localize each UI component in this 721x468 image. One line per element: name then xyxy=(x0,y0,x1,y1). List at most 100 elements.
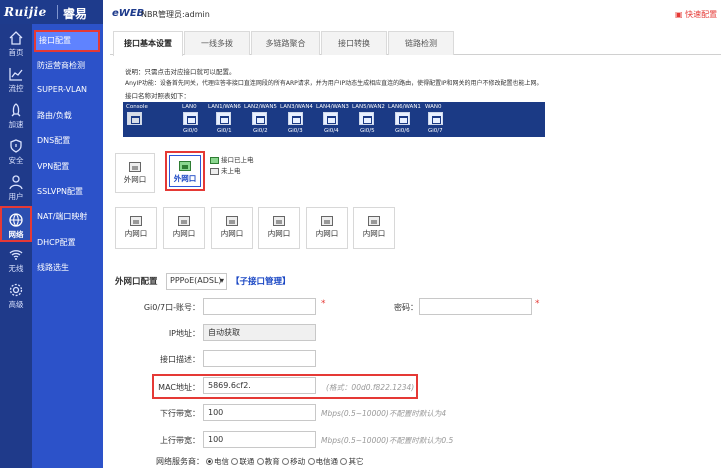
legend-down: 未上电 xyxy=(210,165,241,175)
ip-input[interactable] xyxy=(203,324,316,341)
rail-label: 网络 xyxy=(8,230,24,239)
note-line-2: AnyIP功能：设备首先同关，代理应答非接口直连网段的所有ARP请求，并为用户I… xyxy=(125,80,543,87)
isp-option-education[interactable]: 教育 xyxy=(256,457,280,466)
quick-config-link[interactable]: ▣ 快速配置 xyxy=(675,9,717,20)
tab-interface-basic[interactable]: 接口基本设置 xyxy=(113,31,183,56)
rail-label: 安全 xyxy=(8,156,24,165)
radio-icon xyxy=(340,458,348,465)
submenu-item-dns[interactable]: DNS配置 xyxy=(32,130,103,152)
port-icon[interactable] xyxy=(395,112,410,125)
rocket-icon xyxy=(11,103,21,117)
password-label: 密码： xyxy=(394,303,418,312)
submenu-item-sslvpn[interactable]: SSLVPN配置 xyxy=(32,181,103,203)
note-line-1: 说明：只需点击对应接口就可以配置。 xyxy=(125,68,236,76)
description-input[interactable] xyxy=(203,350,316,367)
mac-format-hint: (格式：00d0.f822.1234) xyxy=(326,383,415,392)
isp-label: 网络服务商： xyxy=(156,457,204,466)
submenu-item-interface[interactable]: 接口配置 xyxy=(34,30,100,52)
port-map: Console LAN0 LAN1/WAN6 LAN2/WAN5 LAN3/WA… xyxy=(123,102,545,137)
port-box-label: 内网口 xyxy=(315,229,339,238)
isp-option-other[interactable]: 其它 xyxy=(340,457,363,466)
chart-icon xyxy=(9,68,23,81)
rail-label: 用户 xyxy=(8,192,24,201)
note-line-3: 接口名称对照表如下： xyxy=(125,92,190,100)
mac-label: MAC地址： xyxy=(158,383,200,392)
port-icon[interactable] xyxy=(252,112,267,125)
port-icon[interactable] xyxy=(288,112,303,125)
rail-item-user[interactable]: 用户 xyxy=(0,170,32,206)
wifi-icon xyxy=(9,250,23,260)
lan-port-box[interactable]: 内网口 xyxy=(306,207,348,249)
rail-item-accel[interactable]: 加速 xyxy=(0,98,32,134)
lan-port-box[interactable]: 内网口 xyxy=(211,207,253,249)
wan-port-box-selected[interactable]: 外网口 xyxy=(165,151,205,191)
submenu-item-dhcp[interactable]: DHCP配置 xyxy=(32,232,103,254)
port-number: Gi0/7 xyxy=(428,128,443,134)
account-input[interactable] xyxy=(203,298,316,315)
radio-icon xyxy=(307,458,315,465)
submenu-item-vpn[interactable]: VPN配置 xyxy=(32,156,103,178)
lan-port-box[interactable]: 内网口 xyxy=(115,207,157,249)
sub-interface-link[interactable]: 【子接口管理】 xyxy=(231,275,291,287)
mac-input[interactable] xyxy=(203,377,316,394)
port-number: Gi0/4 xyxy=(324,128,339,134)
legend-up-label: 接口已上电 xyxy=(221,156,254,164)
rail-item-wireless[interactable]: 无线 xyxy=(0,242,32,278)
rail-item-flow[interactable]: 流控 xyxy=(0,62,32,98)
submenu-item-nat[interactable]: NAT/端口映射 xyxy=(32,206,103,228)
isp-option-mobile[interactable]: 移动 xyxy=(282,457,305,466)
isp-option-unicom[interactable]: 联通 xyxy=(231,457,254,466)
lan-port-box[interactable]: 内网口 xyxy=(163,207,205,249)
wan-port-box[interactable]: 外网口 xyxy=(115,153,155,193)
required-mark: * xyxy=(535,299,540,309)
upstream-hint: Mbps(0.5~10000)不配置时默认为0.5 xyxy=(321,436,454,445)
globe-icon xyxy=(9,213,23,227)
port-up-icon xyxy=(179,161,191,171)
isp-option-label: 教育 xyxy=(264,457,280,466)
secondary-nav: 接口配置 防运营商检测 SUPER-VLAN 路由/负载 DNS配置 VPN配置… xyxy=(32,24,103,468)
rail-label: 高级 xyxy=(8,300,24,309)
main-content: 说明：只需点击对应接口就可以配置。 AnyIP功能：设备首先同关，代理应答非接口… xyxy=(110,56,721,468)
port-icon[interactable] xyxy=(323,112,338,125)
tab-port-convert[interactable]: 接口转换 xyxy=(321,31,387,55)
rail-item-advanced[interactable]: 高级 xyxy=(0,278,32,314)
product-name: eWEB xyxy=(112,8,145,19)
downstream-input[interactable] xyxy=(203,404,316,421)
downstream-hint: Mbps(0.5~10000)不配置时默认为4 xyxy=(321,409,447,418)
tab-link-detect[interactable]: 链路检测 xyxy=(388,31,454,55)
rail-item-network[interactable]: 网络 xyxy=(0,206,32,242)
port-box-label: 内网口 xyxy=(267,229,291,238)
isp-option-label: 电信通 xyxy=(315,457,339,466)
gear-icon xyxy=(9,283,23,297)
chevron-down-icon: ▾ xyxy=(219,276,224,285)
tab-link-aggregation[interactable]: 多链路聚合 xyxy=(251,31,320,55)
tab-multi-dial[interactable]: 一线多拨 xyxy=(184,31,250,55)
password-input[interactable] xyxy=(419,298,532,315)
lan-port-box[interactable]: 内网口 xyxy=(353,207,395,249)
port-icon xyxy=(321,216,333,226)
rail-item-security[interactable]: 安全 xyxy=(0,134,32,170)
rail-item-home[interactable]: 首页 xyxy=(0,26,32,62)
upstream-input[interactable] xyxy=(203,431,316,448)
port-icon[interactable] xyxy=(183,112,198,125)
isp-option-telecom[interactable]: 电信 xyxy=(206,457,229,466)
submenu-item-routing[interactable]: 路由/负载 xyxy=(32,105,103,127)
port-icon[interactable] xyxy=(428,112,443,125)
description-label: 接口描述： xyxy=(160,355,200,364)
submenu-item-isp-detect[interactable]: 防运营商检测 xyxy=(32,55,103,77)
port-icon[interactable] xyxy=(216,112,231,125)
wan-mode-select[interactable]: PPPoE(ADSL) ▾ xyxy=(166,273,227,290)
isp-option-label: 其它 xyxy=(348,457,364,466)
submenu-item-super-vlan[interactable]: SUPER-VLAN xyxy=(32,79,103,101)
port-number: Gi0/3 xyxy=(288,128,303,134)
port-label: LAN1/WAN6 xyxy=(208,104,241,110)
wan-mode-value: PPPoE(ADSL) xyxy=(170,276,222,285)
wan-config-title: 外网口配置 xyxy=(115,277,158,287)
port-icon[interactable] xyxy=(359,112,374,125)
brand-name: Ruijie xyxy=(4,5,47,19)
lan-port-box[interactable]: 内网口 xyxy=(258,207,300,249)
isp-option-label: 电信 xyxy=(214,457,229,466)
port-box-label: 外网口 xyxy=(123,175,147,184)
isp-option-telecom-tong[interactable]: 电信通 xyxy=(307,457,339,466)
submenu-item-line[interactable]: 线路选生 xyxy=(32,257,103,279)
